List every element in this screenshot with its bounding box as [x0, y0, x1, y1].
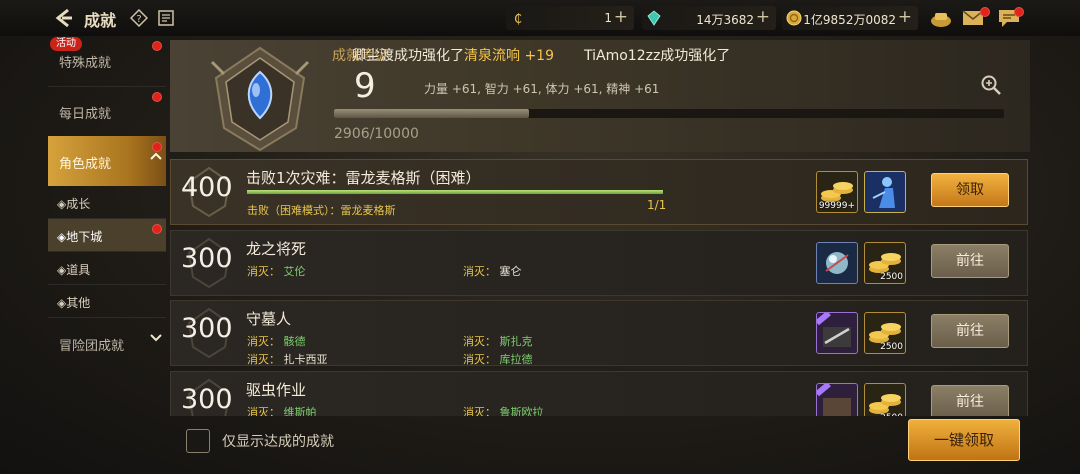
reward-item[interactable]: 2500 [864, 312, 906, 354]
kill-target: 消灭： 骸德 [247, 335, 306, 348]
achievement-row: 300 龙之将死 消灭： 艾伦 消灭： 塞仑 2500 前往 [170, 230, 1028, 296]
reward-item[interactable] [816, 242, 858, 284]
claim-button[interactable]: 领取 [931, 173, 1009, 207]
reward-item[interactable]: 2500 [864, 242, 906, 284]
weapon-box-icon [817, 313, 851, 347]
reward-item[interactable]: 2500 [864, 383, 906, 416]
go-button[interactable]: 前往 [931, 385, 1009, 416]
reward-quantity: 2500 [880, 413, 903, 416]
crystal-orb-icon [825, 252, 849, 274]
achievement-points: 300 [181, 243, 233, 274]
kill-target: 消灭： 库拉德 [463, 353, 533, 366]
achievement-points: 400 [181, 172, 233, 203]
achievement-points: 300 [181, 313, 233, 344]
kill-target: 消灭： 维斯帕 [247, 406, 317, 416]
claim-all-button[interactable]: 一键领取 [908, 419, 1020, 461]
achievement-row: 400 击败1次灾难：雷龙麦格斯（困难） 击败（困难模式）：雷龙麦格斯 1/1 … [170, 159, 1028, 225]
achievement-row: 300 守墓人 消灭： 骸德 消灭： 斯扎克 消灭： 扎卡西亚 消灭： 库拉德 … [170, 300, 1028, 366]
achievement-name: 守墓人 [246, 310, 292, 328]
reward-quantity: 2500 [880, 272, 903, 282]
kill-target: 消灭： 鲁斯欧拉 [463, 406, 544, 416]
achievement-name: 驱虫作业 [246, 381, 307, 399]
achievement-condition: 击败（困难模式）：雷龙麦格斯 [247, 204, 396, 217]
reward-item[interactable]: 99999+ [816, 171, 858, 213]
reward-item[interactable] [816, 383, 858, 416]
achievement-name: 龙之将死 [246, 240, 307, 258]
go-button[interactable]: 前往 [931, 244, 1009, 278]
reward-quantity: 99999+ [818, 201, 855, 211]
kill-target: 消灭： 斯扎克 [463, 335, 533, 348]
achievement-row-progress-bar [247, 190, 663, 194]
show-completed-checkbox[interactable] [186, 429, 210, 453]
kill-target: 消灭： 扎卡西亚 [247, 353, 328, 366]
spirit-figure-icon [872, 177, 895, 208]
gold-coins-icon [869, 394, 901, 414]
achievement-row: 300 驱虫作业 消灭： 维斯帕 消灭： 鲁斯欧拉 2500 前往 [170, 371, 1028, 416]
weapon-box-icon [817, 384, 851, 416]
achievement-list: 400 击败1次灾难：雷龙麦格斯（困难） 击败（困难模式）：雷龙麦格斯 1/1 … [0, 0, 1080, 416]
kill-target: 消灭： 艾伦 [247, 265, 306, 278]
achievement-row-progress-fill [247, 190, 663, 194]
reward-item[interactable] [816, 312, 858, 354]
show-completed-label: 仅显示达成的成就 [222, 434, 334, 450]
go-button[interactable]: 前往 [931, 314, 1009, 348]
reward-quantity: 2500 [880, 342, 903, 352]
achievement-name: 击败1次灾难：雷龙麦格斯（困难） [246, 169, 481, 187]
reward-item[interactable] [864, 171, 906, 213]
kill-target: 消灭： 塞仑 [463, 265, 522, 278]
achievement-points: 300 [181, 384, 233, 415]
achievement-progress-count: 1/1 [647, 198, 667, 212]
